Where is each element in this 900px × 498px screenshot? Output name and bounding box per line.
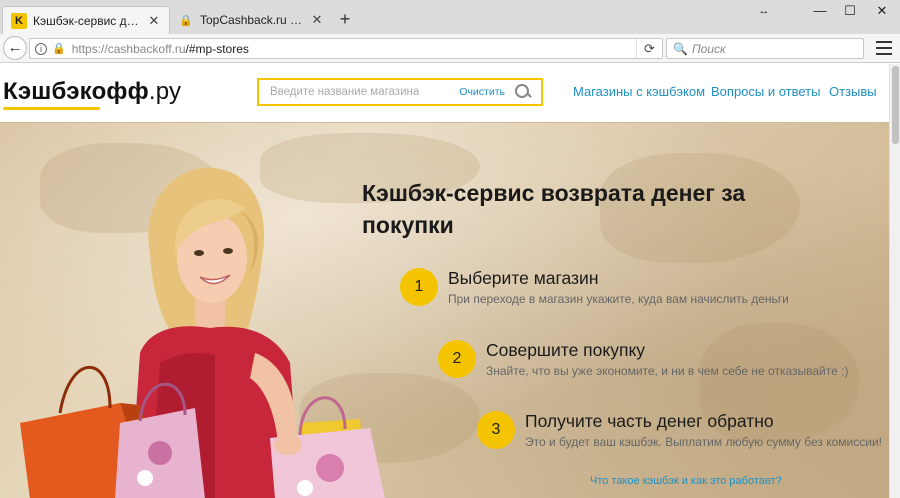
url-text[interactable]: https://cashbackoff.ru/#mp-stores: [72, 42, 249, 56]
store-search-placeholder: Введите название магазина: [270, 86, 420, 98]
tab-bar: K Кэшбэк-сервис для возвр… ✕ 🔒 TopCashba…: [0, 0, 900, 34]
tab-cashbackoff[interactable]: K Кэшбэк-сервис для возвр… ✕: [2, 6, 170, 34]
nav-link-stores[interactable]: Магазины с кэшбэком: [573, 84, 705, 99]
step-description: Знайте, что вы уже экономите, и ни в чем…: [486, 364, 849, 378]
new-tab-button[interactable]: +: [334, 9, 356, 31]
back-button[interactable]: ←: [3, 36, 27, 60]
step-description: При переходе в магазин укажите, куда вам…: [448, 292, 789, 306]
browser-search-placeholder: Поиск: [691, 41, 726, 56]
woman-with-shopping-bags-image: [20, 167, 385, 498]
nav-link-reviews[interactable]: Отзывы: [829, 84, 877, 99]
lock-favicon-icon: 🔒: [179, 14, 193, 27]
nav-link-faq[interactable]: Вопросы и ответы: [711, 84, 820, 99]
tab-topcashback[interactable]: 🔒 TopCashback.ru - Топ лу… ✕: [170, 6, 332, 34]
clear-search-button[interactable]: Очистить: [459, 86, 505, 98]
info-icon[interactable]: i: [35, 42, 47, 55]
tab-title: Кэшбэк-сервис для возвр…: [33, 13, 143, 28]
step-title: Выберите магазин: [448, 268, 599, 288]
step-number-badge: 1: [400, 268, 438, 306]
site-logo[interactable]: Кэшбэкофф.ру: [3, 78, 181, 106]
search-icon: 🔍: [673, 41, 688, 56]
step-number-badge: 3: [477, 411, 515, 449]
browser-search-input[interactable]: 🔍 Поиск: [666, 38, 864, 59]
web-page: Кэшбэкофф.ру Введите название магазина О…: [0, 64, 889, 498]
secure-lock-icon[interactable]: 🔒: [52, 42, 66, 55]
site-header: Кэшбэкофф.ру Введите название магазина О…: [0, 64, 889, 122]
store-search-input[interactable]: Введите название магазина Очистить: [257, 78, 543, 106]
url-path: /#mp-stores: [185, 41, 249, 56]
reload-icon[interactable]: ⟳: [636, 39, 662, 58]
logo-suffix: .ру: [148, 78, 182, 105]
step-description: Это и будет ваш кэшбэк. Выплатим любую с…: [525, 435, 882, 449]
menu-icon[interactable]: [876, 41, 892, 55]
page-scrollbar[interactable]: [889, 64, 900, 498]
hero-title: Кэшбэк-сервис возврата денег за покупки: [362, 180, 746, 238]
navigation-bar: ← i 🔒 https://cashbackoff.ru/#mp-stores …: [0, 34, 900, 63]
step-title: Получите часть денег обратно: [525, 411, 774, 431]
step-title: Совершите покупку: [486, 340, 646, 360]
close-tab-icon[interactable]: ✕: [147, 13, 161, 29]
step-number-badge: 2: [438, 340, 476, 378]
hero-banner: Кэшбэк-сервис возврата денег за покупки …: [0, 122, 889, 498]
close-tab-icon[interactable]: ✕: [310, 12, 324, 28]
cashbackoff-favicon-icon: K: [11, 12, 27, 29]
address-bar[interactable]: i 🔒 https://cashbackoff.ru/#mp-stores ⟳: [29, 38, 663, 59]
search-icon[interactable]: [515, 84, 531, 100]
logo-underline: [3, 107, 100, 110]
close-window-button[interactable]: ✕: [862, 0, 900, 22]
how-cashback-works-link[interactable]: Что такое кэшбэк и как это работает?: [590, 475, 782, 487]
logo-text: Кэшбэкофф: [3, 78, 149, 105]
tab-title: TopCashback.ru - Топ лу…: [200, 13, 306, 27]
url-host: https://cashbackoff.ru: [71, 41, 186, 56]
scrollbar-thumb[interactable]: [892, 66, 899, 144]
window-resize-icon[interactable]: ↔: [744, 0, 784, 22]
